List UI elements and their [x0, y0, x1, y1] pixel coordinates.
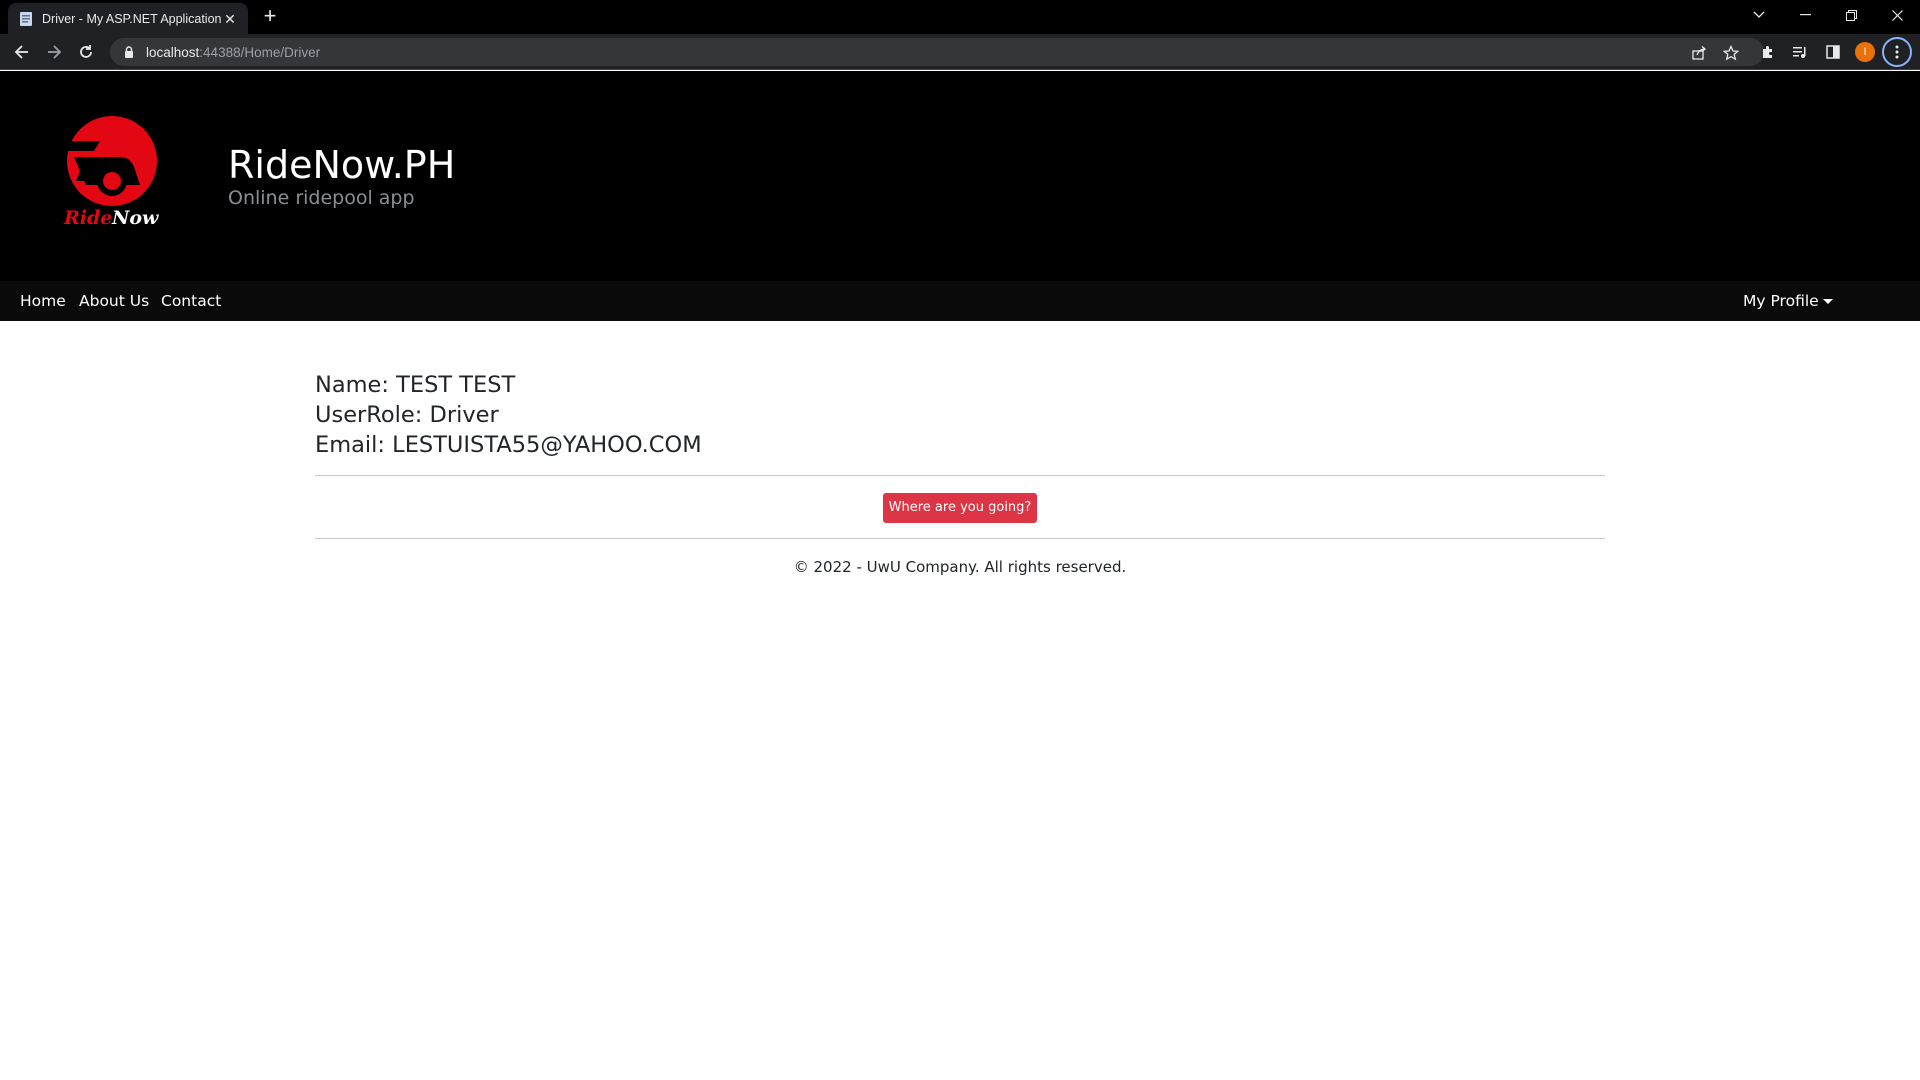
svg-text:Ride: Ride [63, 207, 112, 229]
restore-icon[interactable] [1828, 0, 1874, 30]
browser-tab[interactable]: Driver - My ASP.NET Application ✕ [8, 3, 248, 34]
new-tab-icon[interactable]: + [258, 5, 282, 29]
my-profile-label: My Profile [1743, 292, 1819, 310]
close-tab-icon[interactable]: ✕ [222, 11, 238, 27]
share-icon[interactable] [1690, 44, 1708, 62]
page-icon [18, 11, 34, 27]
browser-menu-icon[interactable] [1882, 37, 1912, 67]
bookmark-star-icon[interactable] [1722, 44, 1740, 62]
site-header: Ride Now RideNow.PH Online ridepool app [0, 71, 1920, 281]
nav-home-link[interactable]: Home [20, 292, 66, 310]
browser-profile-avatar[interactable]: I [1855, 42, 1875, 62]
role-line: UserRole: Driver [315, 402, 499, 428]
browser-tabstrip: Driver - My ASP.NET Application ✕ + [0, 0, 1920, 34]
divider [315, 475, 1605, 476]
profile-info: Name: TEST TEST UserRole: Driver Email: … [315, 370, 1605, 460]
nav-contact-link[interactable]: Contact [161, 292, 221, 310]
window-controls [1736, 0, 1920, 30]
reload-icon[interactable] [72, 38, 100, 66]
media-queue-icon[interactable] [1790, 42, 1810, 62]
address-bar[interactable]: localhost:44388/Home/Driver [110, 38, 1764, 66]
footer-copyright: © 2022 - UwU Company. All rights reserve… [793, 558, 1127, 576]
email-line: Email: LESTUISTA55@YAHOO.COM [315, 432, 702, 458]
name-line: Name: TEST TEST [315, 372, 516, 398]
footer-divider [315, 538, 1605, 539]
nav-about-link[interactable]: About Us [79, 292, 149, 310]
caret-down-icon [1822, 298, 1833, 304]
brand-subtitle: Online ridepool app [228, 187, 415, 209]
url-path: :44388/Home/Driver [199, 44, 321, 60]
tab-search-icon[interactable] [1736, 0, 1782, 30]
tab-title: Driver - My ASP.NET Application [42, 11, 222, 26]
back-arrow-icon[interactable] [8, 38, 36, 66]
url-host: localhost [146, 44, 200, 60]
lock-icon[interactable] [122, 45, 136, 59]
extensions-icon[interactable] [1758, 42, 1778, 62]
minimize-icon[interactable] [1782, 0, 1828, 30]
forward-arrow-icon[interactable] [40, 38, 68, 66]
ridenow-logo[interactable]: Ride Now [60, 113, 170, 233]
side-panel-icon[interactable] [1823, 42, 1843, 62]
my-profile-dropdown[interactable]: My Profile [1743, 292, 1833, 310]
brand-title: RideNow.PH [228, 143, 456, 187]
where-are-you-going-button[interactable]: Where are you going? [883, 493, 1037, 523]
svg-text:Now: Now [111, 207, 159, 229]
browser-toolbar: localhost:44388/Home/Driver [0, 34, 1920, 70]
close-window-icon[interactable] [1874, 0, 1920, 30]
brand: RideNow.PH Online ridepool app [228, 143, 455, 209]
main-navbar: Home About Us Contact My Profile [0, 281, 1920, 321]
